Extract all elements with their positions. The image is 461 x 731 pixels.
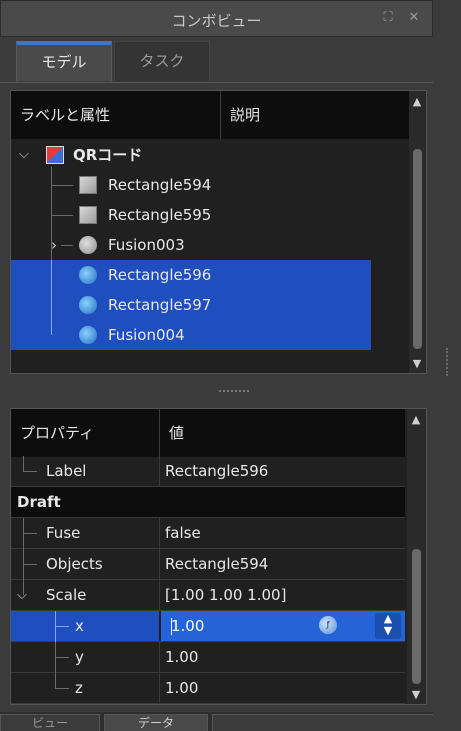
tree-item-label: Rectangle595 [108,206,212,224]
property-row-x[interactable]: x 1.00 ƒ ▲ ▼ [11,611,405,642]
property-row-fuse[interactable]: Fuse false [11,518,405,549]
scroll-up-icon[interactable]: ▲ [409,413,423,427]
column-header-value[interactable]: 値 [160,409,405,457]
splitter-handle[interactable] [219,390,249,394]
tree-line [51,290,52,320]
property-key: Label [46,462,87,480]
tree-item-qr-code[interactable]: ⌵ QRコード [11,140,371,170]
tree-item-label: Rectangle596 [108,266,212,284]
x-value-input[interactable]: 1.00 ƒ ▲ ▼ [161,611,405,641]
scroll-down-icon[interactable]: ▼ [410,357,424,371]
draft-icon [79,296,97,314]
tree-item-fusion003[interactable]: › Fusion003 [11,230,371,260]
float-icon[interactable]: ⛶ [381,11,395,25]
tree-line [55,688,69,689]
property-key: z [75,679,83,697]
scrollbar-thumb[interactable] [412,549,421,684]
group-label: Draft [17,493,61,511]
tree-line [23,456,24,471]
tree-item-label: QRコード [73,146,143,164]
model-tree: ラベルと属性 説明 ⌵ QRコード Rectangle594 Rectangle… [10,90,427,374]
property-value[interactable]: 1.00 [165,673,198,704]
cell-divider [159,549,160,580]
tab-model[interactable]: モデル [16,41,112,81]
column-header-label[interactable]: ラベルと属性 [11,91,220,139]
property-value: Rectangle596 [165,462,269,480]
cube-icon [79,176,97,194]
tree-item-label: Rectangle594 [108,176,212,194]
property-row-scale[interactable]: ⌵ Scale [1.00 1.00 1.00] [11,580,405,611]
selected-key-cell [11,611,159,641]
tree-scrollbar[interactable]: ▲ ▼ [409,91,426,373]
fusion-icon [79,236,97,254]
chevron-down-icon[interactable]: ⌵ [19,140,29,170]
property-key: y [75,648,84,666]
spin-buttons[interactable]: ▲ ▼ [375,613,401,639]
bottom-tab-filler [212,714,436,731]
scroll-down-icon[interactable]: ▼ [409,688,423,702]
property-key: Scale [46,586,87,604]
tree-item-rectangle597[interactable]: Rectangle597 [11,290,371,320]
expression-icon[interactable]: ƒ [319,616,337,634]
cell-divider [159,456,160,487]
chevron-right-icon[interactable]: › [51,230,57,260]
tree-line [51,260,52,290]
property-group-draft: Draft [11,487,405,518]
tree-item-rectangle595[interactable]: Rectangle595 [11,200,371,230]
tree-item-label: Fusion003 [108,236,185,254]
input-value[interactable]: 1.00 [171,611,204,642]
cell-divider [159,518,160,549]
tab-bar: モデル タスク [0,37,433,83]
tree-item-rectangle594[interactable]: Rectangle594 [11,170,371,200]
tree-line [55,673,56,688]
property-value[interactable]: 1.00 [165,642,198,673]
tab-view[interactable]: ビュー [0,714,100,731]
property-editor: プロパティ 値 Label Rectangle596 Draft Fuse fa… [10,408,427,705]
tree-line [55,657,69,658]
tree-item-label: Rectangle597 [108,296,212,314]
property-row-z[interactable]: z 1.00 [11,673,405,704]
property-key: x [75,617,84,635]
cell-divider [159,642,160,673]
header-filler [371,91,411,139]
tree-item-rectangle596[interactable]: Rectangle596 [11,260,371,290]
tree-item-fusion004[interactable]: Fusion004 [11,320,371,350]
property-scrollbar[interactable]: ▲ ▼ [407,409,426,704]
property-row-objects[interactable]: Objects Rectangle594 [11,549,405,580]
property-key: Fuse [46,524,81,542]
scroll-up-icon[interactable]: ▲ [410,95,424,109]
tree-line [23,564,37,565]
tree-line [23,471,37,472]
right-gutter [433,0,461,731]
tab-task[interactable]: タスク [114,41,210,81]
tree-line [51,320,52,335]
close-icon[interactable]: ✕ [407,11,421,25]
column-header-description[interactable]: 説明 [221,91,371,139]
cell-divider [159,673,160,704]
text-caret [171,618,172,635]
column-header-property[interactable]: プロパティ [11,409,159,457]
window-title: コンボビュー [171,12,262,30]
property-row-y[interactable]: y 1.00 [11,642,405,673]
tree-line [23,533,37,534]
draft-icon [79,326,97,344]
group-icon [46,146,64,164]
property-row-label[interactable]: Label Rectangle596 [11,456,405,487]
property-key: Objects [46,555,103,573]
cube-icon [79,206,97,224]
chevron-down-icon[interactable]: ⌵ [17,580,27,611]
scrollbar-thumb[interactable] [413,149,422,349]
combo-view-titlebar: コンボビュー ⛶ ✕ [0,0,433,37]
tab-data[interactable]: データ [104,714,208,731]
property-value[interactable]: Rectangle594 [165,549,268,580]
tree-line [55,626,69,627]
property-value[interactable]: false [165,518,201,549]
property-value[interactable]: [1.00 1.00 1.00] [165,580,286,611]
dock-splitter-handle[interactable] [446,348,450,376]
tree-item-label: Fusion004 [108,326,185,344]
bottom-tab-bar: ビュー データ [0,712,461,731]
draft-icon [79,266,97,284]
cell-divider [159,580,160,611]
